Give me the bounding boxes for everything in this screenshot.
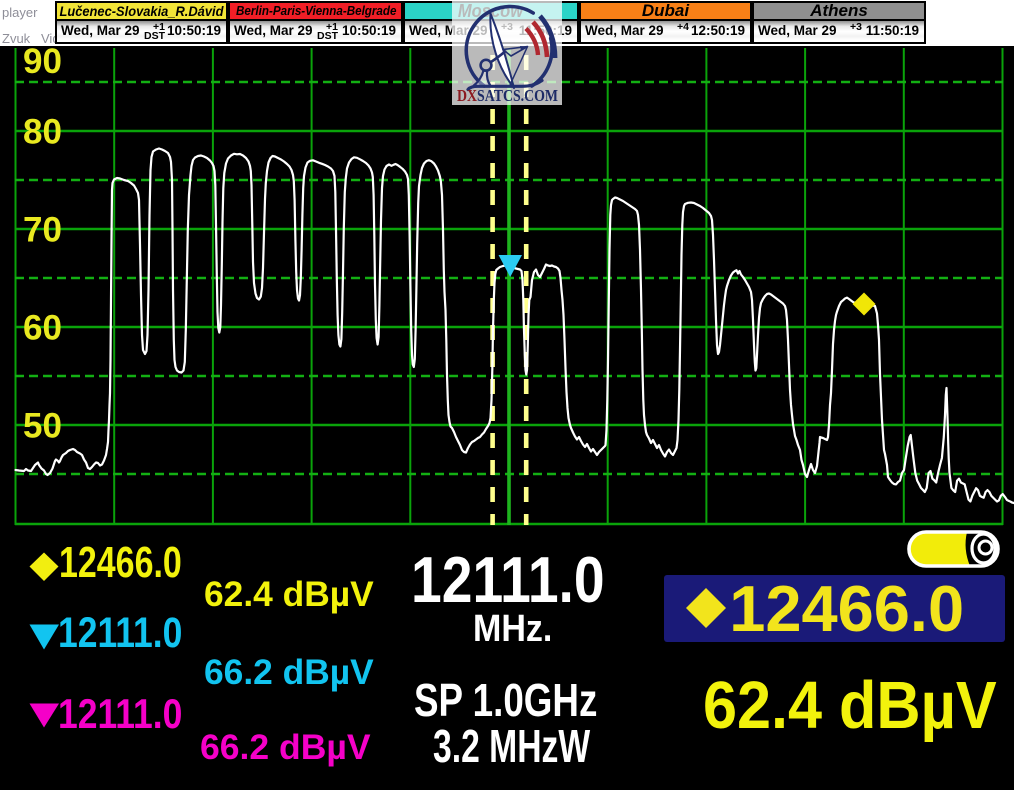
svg-text:70: 70 xyxy=(23,211,62,250)
svg-text:50: 50 xyxy=(23,407,62,446)
svg-text:DXSATCS.COM: DXSATCS.COM xyxy=(457,86,558,105)
svg-text:80: 80 xyxy=(23,113,62,152)
svg-text:60: 60 xyxy=(23,309,62,348)
svg-text:90: 90 xyxy=(23,46,62,81)
